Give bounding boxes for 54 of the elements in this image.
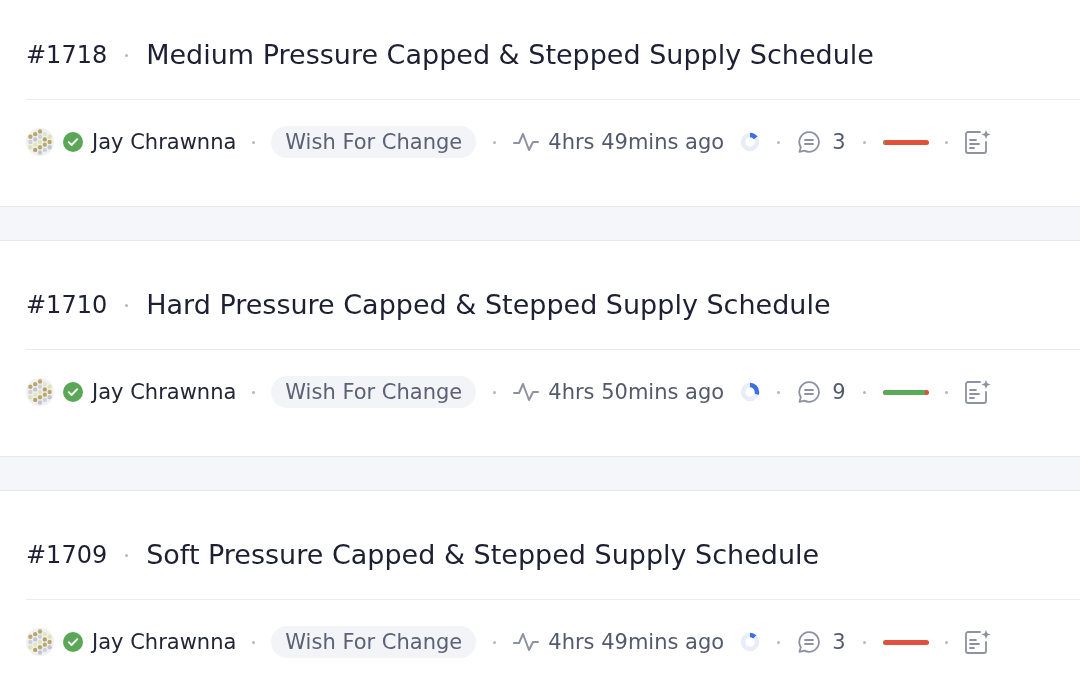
separator-dot-icon (125, 53, 129, 57)
note-sparkle-icon (963, 629, 991, 655)
category-tag: Wish For Change (271, 126, 477, 158)
separator-dot-icon (252, 390, 256, 394)
separator-dot-icon (252, 140, 256, 144)
proposal-card[interactable]: #1709 Soft Pressure Capped & Stepped Supply Schedule Jay Chrawnna Wish For Change 4hrs 49mins ago 3 (0, 490, 1080, 698)
separator-dot-icon (777, 390, 781, 394)
separator-dot-icon (944, 640, 948, 644)
author-name[interactable]: Jay Chrawnna (92, 130, 237, 154)
category-tag: Wish For Change (271, 626, 477, 658)
proposal-title[interactable]: Hard Pressure Capped & Stepped Supply Schedule (146, 289, 831, 321)
proposal-number: #1718 (26, 40, 108, 71)
separator-dot-icon (862, 140, 866, 144)
author-name[interactable]: Jay Chrawnna (92, 630, 237, 654)
separator-dot-icon (862, 640, 866, 644)
comment-count: 9 (832, 380, 846, 404)
avatar-icon (26, 378, 54, 406)
updated-time: 4hrs 49mins ago (548, 130, 725, 154)
category-tag: Wish For Change (271, 376, 477, 408)
separator-dot-icon (493, 390, 497, 394)
comment-icon (797, 630, 822, 654)
separator-dot-icon (493, 140, 497, 144)
proposal-number: #1710 (26, 290, 108, 321)
updated-time: 4hrs 50mins ago (548, 380, 725, 404)
author-name[interactable]: Jay Chrawnna (92, 380, 237, 404)
comment-count: 3 (832, 130, 846, 154)
separator-dot-icon (862, 390, 866, 394)
avatar-icon (26, 628, 54, 656)
activity-icon (513, 382, 540, 402)
comment-count: 3 (832, 630, 846, 654)
separator-dot-icon (944, 390, 948, 394)
proposal-title[interactable]: Medium Pressure Capped & Stepped Supply Schedule (146, 39, 874, 71)
separator-dot-icon (493, 640, 497, 644)
proposal-title[interactable]: Soft Pressure Capped & Stepped Supply Schedule (146, 539, 820, 571)
activity-icon (513, 632, 540, 652)
separator-dot-icon (777, 140, 781, 144)
progress-ring (740, 382, 761, 402)
separator-dot-icon (125, 553, 129, 557)
proposal-card[interactable]: #1718 Medium Pressure Capped & Stepped Supply Schedule Jay Chrawnna Wish For Change 4hrs 49mins ago 3 (0, 0, 1080, 207)
proposal-card[interactable]: #1710 Hard Pressure Capped & Stepped Supply Schedule Jay Chrawnna Wish For Change 4hrs 50mins ago 9 (0, 240, 1080, 457)
avatar-icon (26, 128, 54, 156)
progress-ring (740, 132, 761, 152)
activity-icon (513, 132, 540, 152)
separator-dot-icon (944, 140, 948, 144)
note-sparkle-icon (963, 129, 991, 155)
updated-time: 4hrs 49mins ago (548, 630, 725, 654)
progress-ring (740, 632, 761, 652)
separator-dot-icon (777, 640, 781, 644)
proposal-number: #1709 (26, 540, 108, 571)
separator-dot-icon (125, 303, 129, 307)
comment-icon (797, 380, 822, 404)
separator-dot-icon (252, 640, 256, 644)
comment-icon (797, 130, 822, 154)
note-sparkle-icon (963, 379, 991, 405)
